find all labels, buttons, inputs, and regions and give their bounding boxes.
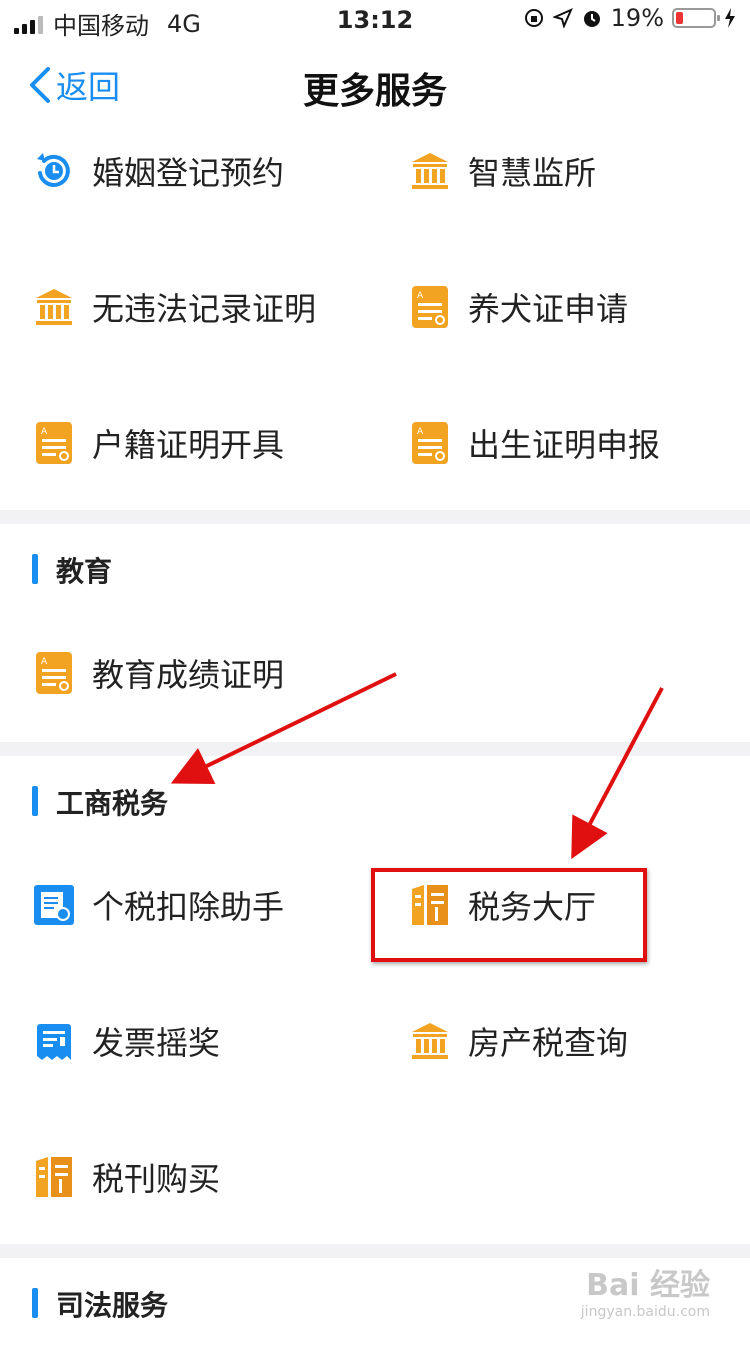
bank-icon	[408, 1019, 452, 1063]
svg-text:A: A	[41, 657, 48, 667]
section-accent-bar	[32, 786, 38, 816]
clock-icon	[32, 149, 76, 193]
section-title: 司法服务	[56, 1289, 169, 1322]
service-item-no-violation[interactable]: 无违法记录证明	[32, 284, 316, 330]
service-item-edu-scores[interactable]: A 教育成绩证明	[32, 650, 284, 696]
certificate-icon: A	[408, 421, 452, 465]
service-item-birth-cert[interactable]: A 出生证明申报	[408, 420, 660, 466]
status-bar: 中国移动 4G 13:12 19%	[0, 0, 750, 40]
nav-bar: 返回 更多服务	[0, 40, 750, 130]
section-title: 教育	[56, 555, 113, 588]
section-accent-bar	[32, 554, 38, 584]
alarm-icon	[583, 11, 600, 27]
service-item-property-tax[interactable]: 房产税查询	[408, 1018, 628, 1064]
section-education: A 教育成绩证明	[0, 612, 750, 742]
svg-text:A: A	[41, 427, 48, 437]
section-general: 婚姻登记预约 智慧监所 无违法记录证明 A 养犬证申请 A 户籍证明开具 A 出…	[0, 130, 750, 510]
bank-icon	[408, 149, 452, 193]
section-accent-bar	[32, 1288, 38, 1318]
battery-icon	[672, 8, 720, 28]
invoice-icon	[32, 1019, 76, 1063]
service-label: 婚姻登记预约	[92, 154, 285, 192]
service-item-household-cert[interactable]: A 户籍证明开具	[32, 420, 284, 466]
service-label: 教育成绩证明	[92, 656, 285, 694]
service-label: 房产税查询	[468, 1024, 629, 1062]
section-title: 工商税务	[56, 787, 169, 820]
service-item-dog-license[interactable]: A 养犬证申请	[408, 284, 628, 330]
service-item-invoice-lottery[interactable]: 发票摇奖	[32, 1018, 220, 1064]
service-item-marriage[interactable]: 婚姻登记预约	[32, 148, 284, 194]
bank-icon	[32, 285, 76, 329]
watermark-brand: Bai 经验	[586, 1268, 710, 1303]
tax-logo-icon	[32, 1155, 76, 1199]
service-item-tax-journal[interactable]: 税刊购买	[32, 1154, 220, 1200]
service-label: 出生证明申报	[468, 426, 661, 464]
service-label: 个税扣除助手	[92, 888, 285, 926]
section-header-education: 教育	[0, 524, 750, 613]
service-label: 智慧监所	[468, 154, 597, 192]
rotation-lock-icon	[524, 9, 543, 27]
service-item-smart-prison[interactable]: 智慧监所	[408, 148, 596, 194]
service-label: 户籍证明开具	[92, 426, 285, 464]
service-label: 养犬证申请	[468, 290, 629, 328]
svg-text:A: A	[417, 291, 424, 301]
watermark: Bai 经验 jingyan.baidu.com	[581, 1260, 710, 1320]
certificate-icon: A	[408, 285, 452, 329]
svg-text:A: A	[417, 427, 424, 437]
highlight-box	[371, 868, 647, 962]
service-label: 无违法记录证明	[92, 290, 317, 328]
service-item-tax-deduction[interactable]: 个税扣除助手	[32, 882, 284, 928]
section-header-tax: 工商税务	[0, 756, 750, 845]
service-label: 发票摇奖	[92, 1024, 221, 1062]
tax-doc-icon	[32, 883, 76, 927]
certificate-icon: A	[32, 421, 76, 465]
page-title: 更多服务	[302, 71, 447, 112]
location-icon	[552, 8, 573, 28]
watermark-url: jingyan.baidu.com	[580, 1304, 710, 1320]
charging-icon	[725, 8, 735, 28]
service-label: 税刊购买	[92, 1160, 221, 1198]
certificate-icon: A	[32, 651, 76, 695]
battery-percent: 19%	[610, 4, 664, 32]
